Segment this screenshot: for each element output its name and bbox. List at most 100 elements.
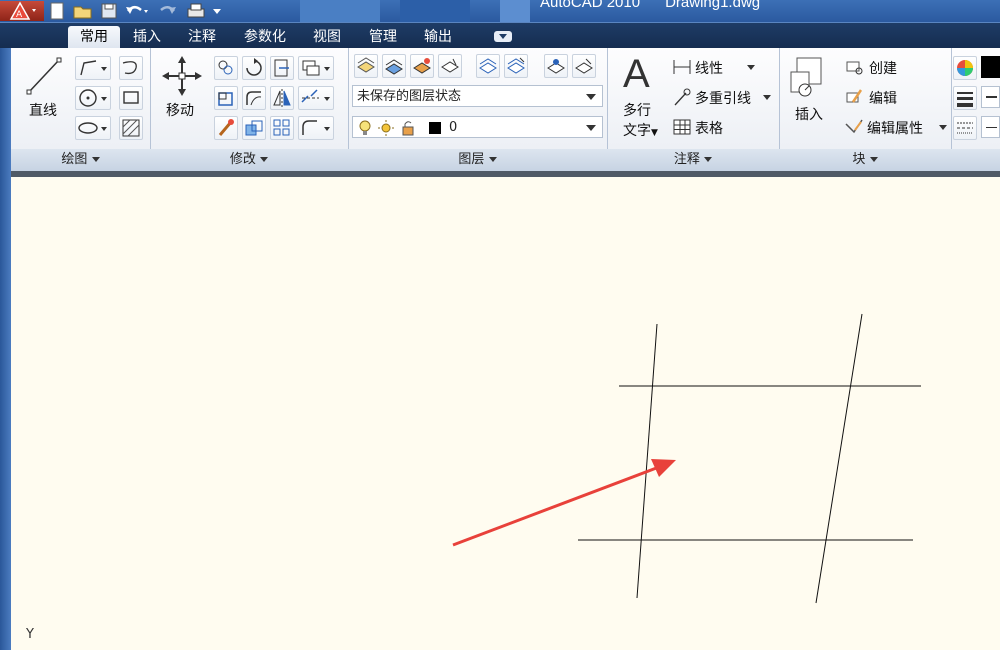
- chevron-down-icon: [763, 95, 771, 100]
- layer-freeze-button[interactable]: [476, 54, 500, 78]
- lineweight-dropdown[interactable]: [981, 86, 1000, 108]
- spline-button[interactable]: [119, 56, 143, 80]
- layer-off-icon: [507, 57, 525, 74]
- create-block-icon: [846, 61, 863, 75]
- linetype-button[interactable]: [953, 116, 977, 140]
- color-swatch[interactable]: [981, 56, 1000, 78]
- linear-dimension-button[interactable]: 线性: [671, 56, 777, 78]
- undo-button[interactable]: [122, 1, 152, 21]
- hatch-button[interactable]: [119, 116, 143, 140]
- color-button[interactable]: [953, 56, 977, 80]
- offset-button[interactable]: [242, 116, 266, 140]
- line-button[interactable]: 直线: [19, 54, 69, 124]
- layer-isolate-button[interactable]: [410, 54, 434, 78]
- array-button[interactable]: [270, 116, 294, 140]
- tab-output[interactable]: 输出: [424, 26, 452, 48]
- modify-panel-title[interactable]: 修改: [150, 149, 348, 171]
- mirror-icon: [273, 89, 291, 107]
- autocad-logo-icon: A: [9, 1, 36, 20]
- chevron-down-icon: [586, 94, 596, 100]
- customize-qat-button[interactable]: [210, 1, 224, 21]
- layer-dropdown[interactable]: 0: [352, 116, 603, 138]
- redo-button[interactable]: [152, 1, 182, 21]
- drawing-canvas[interactable]: [11, 177, 1000, 650]
- rectangle-button[interactable]: [119, 86, 143, 110]
- chevron-down-icon: [704, 157, 713, 162]
- edit-block-button[interactable]: 编辑: [843, 86, 943, 108]
- app-menu-button[interactable]: A: [0, 1, 44, 21]
- tab-annotate[interactable]: 注释: [188, 26, 216, 48]
- layer-state-dropdown[interactable]: 未保存的图层状态: [352, 85, 603, 107]
- quick-access-toolbar: A: [0, 0, 224, 22]
- mtext-label-2: 文字▼: [623, 120, 658, 140]
- layer-off-button[interactable]: [504, 54, 528, 78]
- scale-button[interactable]: [242, 86, 266, 110]
- edit-attributes-button[interactable]: 编辑属性: [843, 116, 951, 138]
- layers-panel-label: 图层: [458, 152, 485, 167]
- tab-home[interactable]: 常用: [68, 26, 120, 48]
- block-panel-title[interactable]: 块: [779, 149, 951, 171]
- mirror-button[interactable]: [270, 86, 294, 110]
- layer-properties-button[interactable]: [354, 54, 378, 78]
- insert-block-button[interactable]: 插入: [785, 54, 841, 134]
- printer-icon: [187, 3, 205, 18]
- save-button[interactable]: [96, 1, 122, 21]
- tab-manage[interactable]: 管理: [369, 26, 397, 48]
- layer-match-button[interactable]: [438, 54, 462, 78]
- create-block-label: 创建: [869, 61, 897, 77]
- annotation-panel-title[interactable]: 注释: [607, 149, 779, 171]
- table-label: 表格: [695, 121, 723, 137]
- layer-lock-button[interactable]: [544, 54, 568, 78]
- copy-button[interactable]: [214, 56, 238, 80]
- break-line-icon: [301, 89, 330, 103]
- new-file-icon: [50, 2, 64, 20]
- circle-button[interactable]: [75, 86, 111, 110]
- draw-panel-label: 绘图: [61, 152, 88, 167]
- linetype-dropdown[interactable]: [981, 116, 1000, 138]
- mtext-label-2-text: 文字: [623, 123, 651, 139]
- layer-state-button[interactable]: [382, 54, 406, 78]
- layer-freeze-icon: [479, 58, 497, 74]
- multileader-button[interactable]: 多重引线: [671, 86, 777, 108]
- trim-button[interactable]: [270, 56, 294, 80]
- erase-button[interactable]: [298, 56, 334, 80]
- chevron-down-icon: [747, 65, 755, 70]
- fillet-button[interactable]: [298, 86, 334, 110]
- chevron-down-icon: [488, 157, 497, 162]
- draw-panel-title[interactable]: 绘图: [11, 149, 150, 171]
- lineweight-button[interactable]: [953, 86, 977, 110]
- chamfer-button[interactable]: [298, 116, 334, 140]
- line-icon: [26, 57, 62, 95]
- draw-panel: 直线 绘图: [11, 48, 151, 171]
- rotate-icon: [246, 58, 262, 76]
- tab-insert[interactable]: 插入: [133, 26, 161, 48]
- color-wheel-icon: [957, 60, 973, 76]
- multileader-label: 多重引线: [695, 91, 751, 107]
- chevron-down-icon: [939, 125, 947, 130]
- ribbon-minimize-button[interactable]: [494, 31, 512, 42]
- drawing-area: [452, 313, 921, 604]
- table-button[interactable]: 表格: [671, 116, 777, 138]
- layers-icon: [385, 59, 403, 75]
- vertical-line-right[interactable]: [815, 313, 863, 604]
- layer-unlock-button[interactable]: [572, 54, 596, 78]
- create-block-button[interactable]: 创建: [843, 56, 943, 78]
- open-folder-icon: [73, 6, 92, 19]
- stretch-button[interactable]: [214, 86, 238, 110]
- tab-view[interactable]: 视图: [313, 26, 341, 48]
- chevron-down-icon: [91, 157, 100, 162]
- properties-panel-title[interactable]: [951, 149, 1000, 171]
- move-button[interactable]: 移动: [158, 54, 206, 124]
- new-button[interactable]: [44, 1, 70, 21]
- layers-panel-title[interactable]: 图层: [348, 149, 607, 171]
- open-button[interactable]: [70, 1, 96, 21]
- plot-button[interactable]: [182, 1, 210, 21]
- match-properties-button[interactable]: [214, 116, 238, 140]
- tab-parametric[interactable]: 参数化: [244, 26, 286, 48]
- rotate-button[interactable]: [242, 56, 266, 80]
- title-bar: A AutoCAD 2010 Drawing1.dwg: [0, 0, 1000, 22]
- polyline-button[interactable]: [75, 56, 111, 80]
- mtext-button[interactable]: A 多行 文字▼: [613, 52, 669, 142]
- ellipse-button[interactable]: [75, 116, 111, 140]
- block-panel-label: 块: [852, 152, 866, 167]
